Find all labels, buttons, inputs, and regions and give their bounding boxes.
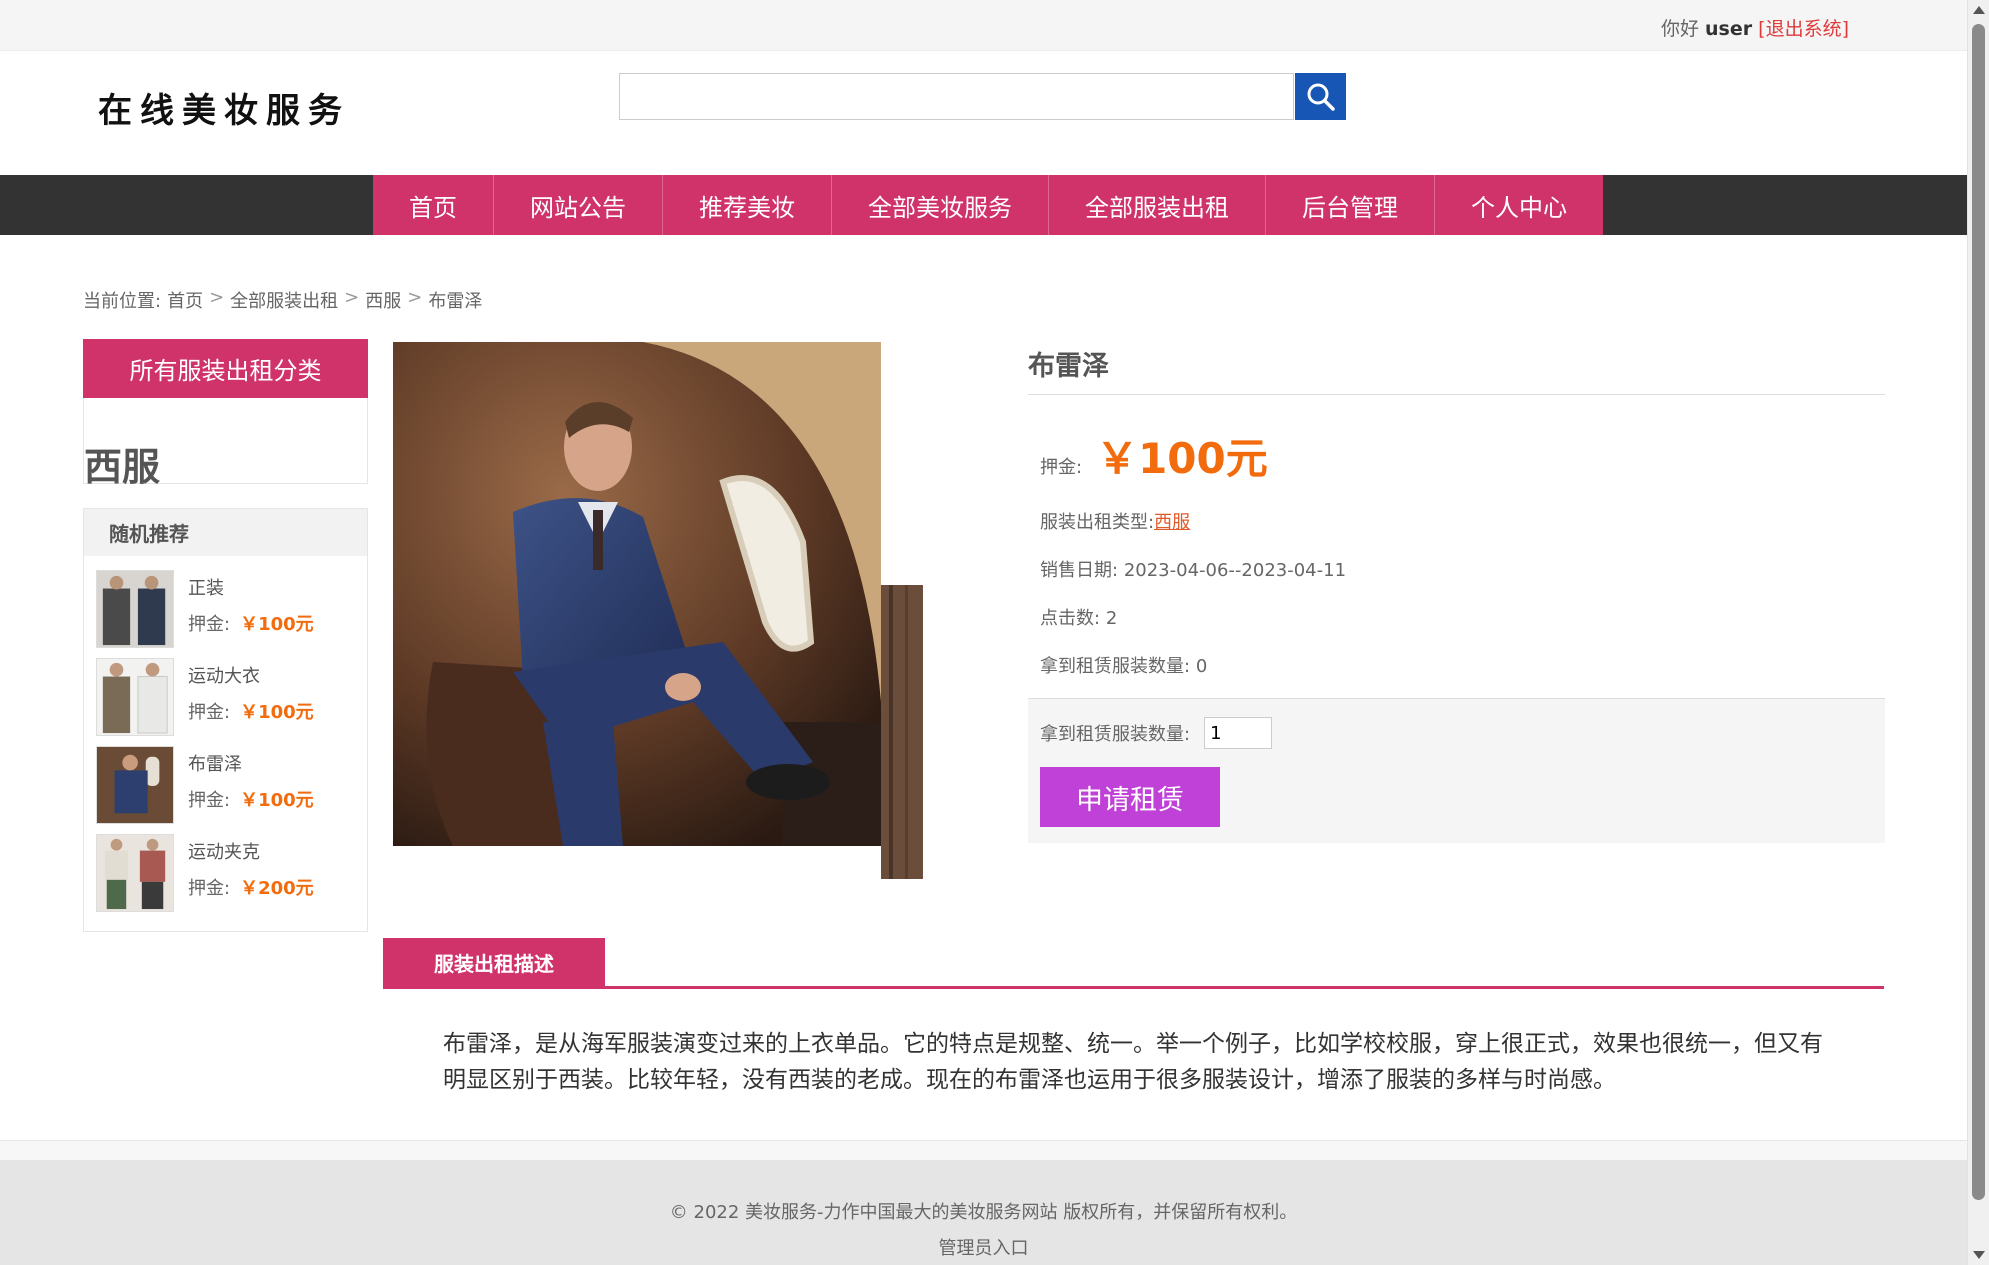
recommend-item-price: ￥100元 [240,702,314,723]
product-thumbnail[interactable] [96,746,174,824]
nav-item-recommended-makeup[interactable]: 推荐美妆 [663,175,832,235]
breadcrumb: 当前位置: 首页 > 全部服装出租 > 西服 > 布雷泽 [83,287,482,313]
nav-item-all-makeup-services[interactable]: 全部美妆服务 [832,175,1049,235]
product-description: 布雷泽，是从海军服装演变过来的上衣单品。它的特点是规整、统一。举一个例子，比如学… [443,1031,1823,1093]
category-panel-title: 所有服装出租分类 [83,339,368,398]
rented-value: 0 [1195,656,1208,677]
logout-link[interactable]: [退出系统] [1758,18,1849,40]
product-date-row: 销售日期: 2023-04-06--2023-04-11 [1028,556,1885,582]
recommend-item-name[interactable]: 布雷泽 [188,750,314,776]
product-thumbnail[interactable] [96,834,174,912]
search-box [619,73,1294,120]
description-tabbar: 服装出租描述 [383,938,1884,989]
main-nav: 首页 网站公告 推荐美妆 全部美妆服务 全部服装出租 后台管理 个人中心 [0,175,1967,235]
nav-menu: 首页 网站公告 推荐美妆 全部美妆服务 全部服装出租 后台管理 个人中心 [373,175,1603,235]
site-logo[interactable]: 在线美妆服务 [98,83,350,132]
qty-label: 拿到租赁服装数量: [1040,724,1191,745]
breadcrumb-current: 布雷泽 [428,291,483,312]
recommend-item-price: ￥200元 [240,878,314,899]
type-label: 服装出租类型: [1040,512,1155,533]
product-thumbnail[interactable] [96,658,174,736]
recommend-item-name[interactable]: 正装 [188,574,314,600]
scroll-down-arrow-icon[interactable] [1973,1251,1985,1259]
nav-item-home[interactable]: 首页 [373,175,494,235]
price-label: 押金: [188,614,231,635]
scroll-up-arrow-icon[interactable] [1973,6,1985,14]
product-title: 布雷泽 [1028,338,1885,395]
recommend-item[interactable]: 运动夹克 押金: ￥200元 [96,834,355,922]
rented-label: 拿到租赁服装数量: [1040,656,1191,677]
apply-rent-button[interactable]: 申请租赁 [1040,767,1220,827]
price-label: 押金: [188,790,231,811]
price-label: 押金: [188,878,231,899]
search-input[interactable] [620,74,1293,119]
recommend-panel-title: 随机推荐 [84,509,367,556]
tab-description[interactable]: 服装出租描述 [383,938,605,986]
breadcrumb-separator: > [209,287,225,308]
product-type-link[interactable]: 西服 [1154,512,1190,533]
search-icon [1307,83,1335,111]
product-rented-row: 拿到租赁服装数量: 0 [1028,652,1885,678]
recommend-item-price: ￥100元 [240,790,314,811]
price-label: 押金: [1040,457,1083,478]
nav-item-admin[interactable]: 后台管理 [1266,175,1435,235]
recommend-list: 正装 押金: ￥100元 运动大衣 押金: ￥100元 布雷泽 押金: ￥100… [84,556,367,922]
clicks-value: 2 [1105,608,1118,629]
recommend-item[interactable]: 正装 押金: ￥100元 [96,570,355,658]
breadcrumb-category[interactable]: 西服 [365,287,401,313]
username: user [1705,18,1753,40]
scroll-thumb[interactable] [1972,24,1985,1200]
product-type-row: 服装出租类型:西服 [1028,508,1885,534]
recommend-item-name[interactable]: 运动大衣 [188,662,314,688]
order-box: 拿到租赁服装数量: 申请租赁 [1028,698,1885,843]
nav-item-all-clothing-rental[interactable]: 全部服装出租 [1049,175,1266,235]
admin-entry-link[interactable]: 管理员入口 [0,1234,1967,1260]
top-bar: 你好 user [退出系统] [0,0,1967,51]
copyright-text: © 2022 美妆服务-力作中国最大的美妆服务网站 版权所有，并保留所有权利。 [669,1202,1298,1223]
page-scrollbar[interactable] [1967,0,1989,1265]
quantity-input[interactable] [1204,717,1273,749]
recommend-item-price: ￥100元 [240,614,314,635]
greeting-text: 你好 [1660,18,1699,40]
breadcrumb-prefix: 当前位置: [83,291,162,312]
footer: © 2022 美妆服务-力作中国最大的美妆服务网站 版权所有，并保留所有权利。 … [0,1160,1967,1265]
welcome-text: 你好 user [退出系统] [1661,14,1849,41]
header: 在线美妆服务 [0,51,1967,175]
recommend-item[interactable]: 运动大衣 押金: ￥100元 [96,658,355,746]
recommend-item-name[interactable]: 运动夹克 [188,838,314,864]
product-info: 布雷泽 押金: ￥100元 服装出租类型:西服 销售日期: 2023-04-06… [1028,338,1885,843]
clicks-label: 点击数: [1040,608,1101,629]
date-value: 2023-04-06--2023-04-11 [1123,560,1347,581]
category-item-suit[interactable]: 西服 [84,436,160,491]
recommend-panel: 随机推荐 正装 押金: ￥100元 运动大衣 押金: ￥100元 布雷泽 押金:… [83,508,368,932]
breadcrumb-clothing-rental[interactable]: 全部服装出租 [230,287,338,313]
product-clicks-row: 点击数: 2 [1028,604,1885,630]
date-label: 销售日期: [1040,560,1119,581]
breadcrumb-separator: > [407,287,423,308]
product-main-image [393,342,923,879]
nav-item-announcements[interactable]: 网站公告 [494,175,663,235]
search-button[interactable] [1295,73,1346,120]
footer-divider [0,1140,1967,1160]
breadcrumb-separator: > [344,287,360,308]
category-panel: 西服 [83,398,368,489]
recommend-item[interactable]: 布雷泽 押金: ￥100元 [96,746,355,834]
product-price: ￥100元 [1096,434,1268,483]
price-label: 押金: [188,702,231,723]
breadcrumb-home[interactable]: 首页 [167,287,203,313]
product-thumbnail[interactable] [96,570,174,648]
nav-item-profile[interactable]: 个人中心 [1435,175,1603,235]
